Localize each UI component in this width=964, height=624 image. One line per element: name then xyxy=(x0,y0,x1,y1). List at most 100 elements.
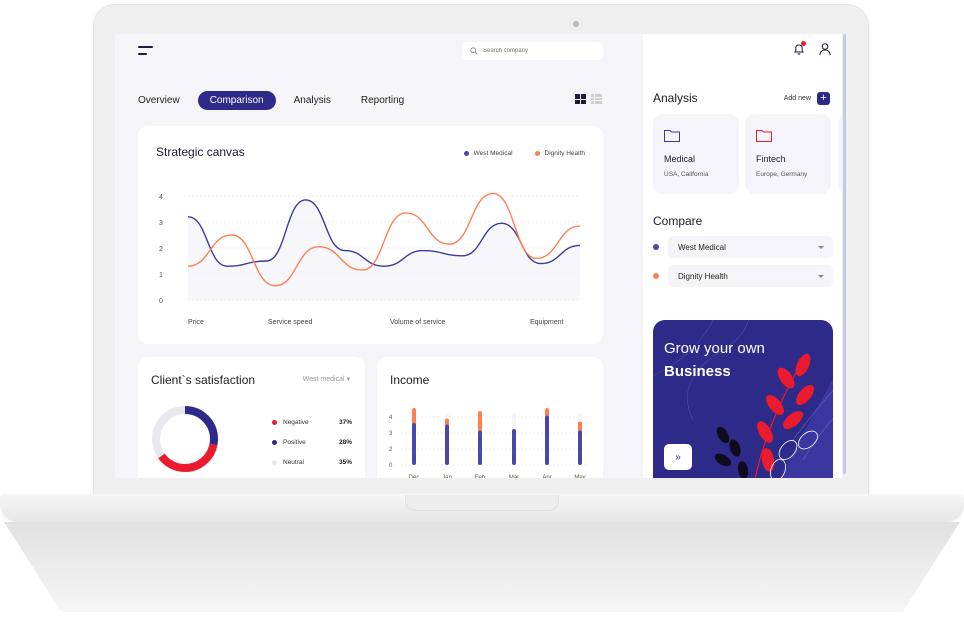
grid-view-icon[interactable] xyxy=(575,94,586,104)
promo-banner: Grow your own Business » xyxy=(653,320,833,478)
satisfaction-row-neutral: Neutral 35% xyxy=(272,452,352,472)
bar-segment-base xyxy=(412,423,416,465)
bar-segment-base xyxy=(512,429,516,465)
promo-heading-line2: Business xyxy=(664,363,731,380)
row-label: Negative xyxy=(283,418,309,426)
search-icon xyxy=(470,47,478,55)
x-tick-label: Feb xyxy=(475,475,486,478)
notification-bell-icon[interactable] xyxy=(792,41,806,56)
promo-heading-line1: Grow your own xyxy=(664,340,765,357)
y-tick-label: 2 xyxy=(389,447,393,453)
add-new-button[interactable]: Add new + xyxy=(784,92,830,105)
bar-segment-extra xyxy=(412,408,416,425)
x-tick-label: Volume of service xyxy=(390,319,445,326)
satisfaction-title: Client`s satisfaction xyxy=(151,373,256,387)
x-tick-label: Mar xyxy=(509,475,519,478)
y-tick-label: 4 xyxy=(389,415,393,421)
y-tick-label: 1 xyxy=(159,272,163,279)
menu-icon[interactable] xyxy=(138,46,154,58)
west-medical-dot-icon xyxy=(653,244,659,250)
add-new-label: Add new xyxy=(783,95,811,102)
folder-name: Medical xyxy=(664,154,696,164)
view-toggle xyxy=(575,94,602,104)
user-profile-icon[interactable] xyxy=(818,42,832,56)
folder-icon xyxy=(756,130,772,142)
folder-location: USA, California xyxy=(664,171,709,178)
notification-badge xyxy=(801,41,806,46)
x-tick-label: Dec xyxy=(409,475,420,478)
x-tick-label: Price xyxy=(188,319,204,326)
satisfaction-row-positive: Positive 28% xyxy=(272,432,352,452)
tab-reporting[interactable]: Reporting xyxy=(361,91,404,110)
negative-dot-icon xyxy=(272,419,277,425)
camera-dot xyxy=(573,21,579,27)
caret-down-icon xyxy=(818,274,824,278)
analysis-heading: Analysis xyxy=(653,91,698,105)
bar-segment-base xyxy=(478,430,482,465)
plus-icon: + xyxy=(817,92,830,105)
satisfaction-legend: Negative 37% Positive 28% Neutral 35% xyxy=(272,412,352,472)
y-tick-label: 2 xyxy=(159,246,163,253)
tab-bar: Overview Comparison Analysis Reporting xyxy=(138,91,428,110)
row-value: 37% xyxy=(338,418,352,426)
satisfaction-donut-chart xyxy=(152,406,218,472)
app-screen: Overview Comparison Analysis Reporting S… xyxy=(115,34,848,478)
y-tick-label: 3 xyxy=(159,220,163,227)
compare-heading: Compare xyxy=(653,214,703,228)
search-input[interactable] xyxy=(483,48,593,54)
right-panel: Analysis Add new + Medical USA, Californ… xyxy=(643,34,848,478)
row-label: Positive xyxy=(283,438,306,446)
row-label: Neutral xyxy=(283,458,304,466)
y-tick-label: 0 xyxy=(389,463,393,469)
folder-location: Europe, Germany xyxy=(756,171,808,178)
compare-row-west-medical: West Medical xyxy=(653,236,833,258)
x-tick-label: May xyxy=(574,475,585,478)
scrollbar[interactable] xyxy=(842,34,848,478)
folder-card-fintech[interactable]: Fintech Europe, Germany xyxy=(745,114,831,194)
strategic-line-chart: 0 1 2 3 4 Price Service speed Volume of service… xyxy=(159,192,581,326)
laptop-mockup: Overview Comparison Analysis Reporting S… xyxy=(0,0,964,624)
bar-segment-base xyxy=(578,430,582,465)
folder-name: Fintech xyxy=(756,154,786,164)
chevron-down-icon: ▾ xyxy=(346,376,350,383)
y-tick-label: 0 xyxy=(159,298,163,305)
folder-icon xyxy=(664,130,680,142)
scrollbar-thumb[interactable] xyxy=(843,34,846,474)
neutral-dot-icon xyxy=(272,459,277,465)
promo-next-button[interactable]: » xyxy=(664,444,692,470)
positive-dot-icon xyxy=(272,439,277,445)
select-value: Dignity Health xyxy=(678,271,728,281)
tab-comparison[interactable]: Comparison xyxy=(197,91,276,110)
compare-row-dignity-health: Dignity Health xyxy=(653,265,833,287)
satisfaction-card: Client`s satisfaction West medical ▾ Neg… xyxy=(138,357,365,478)
x-tick-label: Jan xyxy=(442,475,452,478)
bar-segment-base xyxy=(445,424,449,465)
income-card: Income 0234DecJanFebMarAprMay xyxy=(377,357,603,478)
y-tick-label: 3 xyxy=(389,431,393,437)
caret-down-icon xyxy=(818,245,824,249)
compare-select-west-medical[interactable]: West Medical xyxy=(668,236,833,258)
x-tick-label: Apr xyxy=(542,475,551,478)
select-value: West Medical xyxy=(678,242,726,252)
strategic-canvas-card: Strategic canvas West Medical Dignity He… xyxy=(138,126,603,344)
main-content: Overview Comparison Analysis Reporting S… xyxy=(115,34,643,478)
laptop-reflection xyxy=(4,522,960,612)
bar-segment-base xyxy=(545,415,549,465)
compare-select-dignity-health[interactable]: Dignity Health xyxy=(668,265,833,287)
bar-segment-extra xyxy=(478,411,482,433)
list-view-icon[interactable] xyxy=(591,94,602,104)
dignity-health-dot-icon xyxy=(653,273,659,279)
income-bar-chart: 0 2 3 4 Dec Jan Feb Mar Apr May xyxy=(389,408,587,478)
tab-analysis[interactable]: Analysis xyxy=(294,91,331,110)
row-value: 35% xyxy=(338,458,352,466)
tab-overview[interactable]: Overview xyxy=(138,91,180,110)
double-chevron-icon: » xyxy=(675,451,681,463)
search-box[interactable] xyxy=(462,42,603,60)
series-area-west-medical xyxy=(188,199,580,300)
x-tick-label: Equipment xyxy=(530,319,564,326)
x-tick-label: Service speed xyxy=(268,319,312,326)
folder-card-medical[interactable]: Medical USA, California xyxy=(653,114,739,194)
satisfaction-row-negative: Negative 37% xyxy=(272,412,352,432)
satisfaction-filter-dropdown[interactable]: West medical ▾ xyxy=(303,375,350,383)
laptop-notch xyxy=(405,495,559,511)
